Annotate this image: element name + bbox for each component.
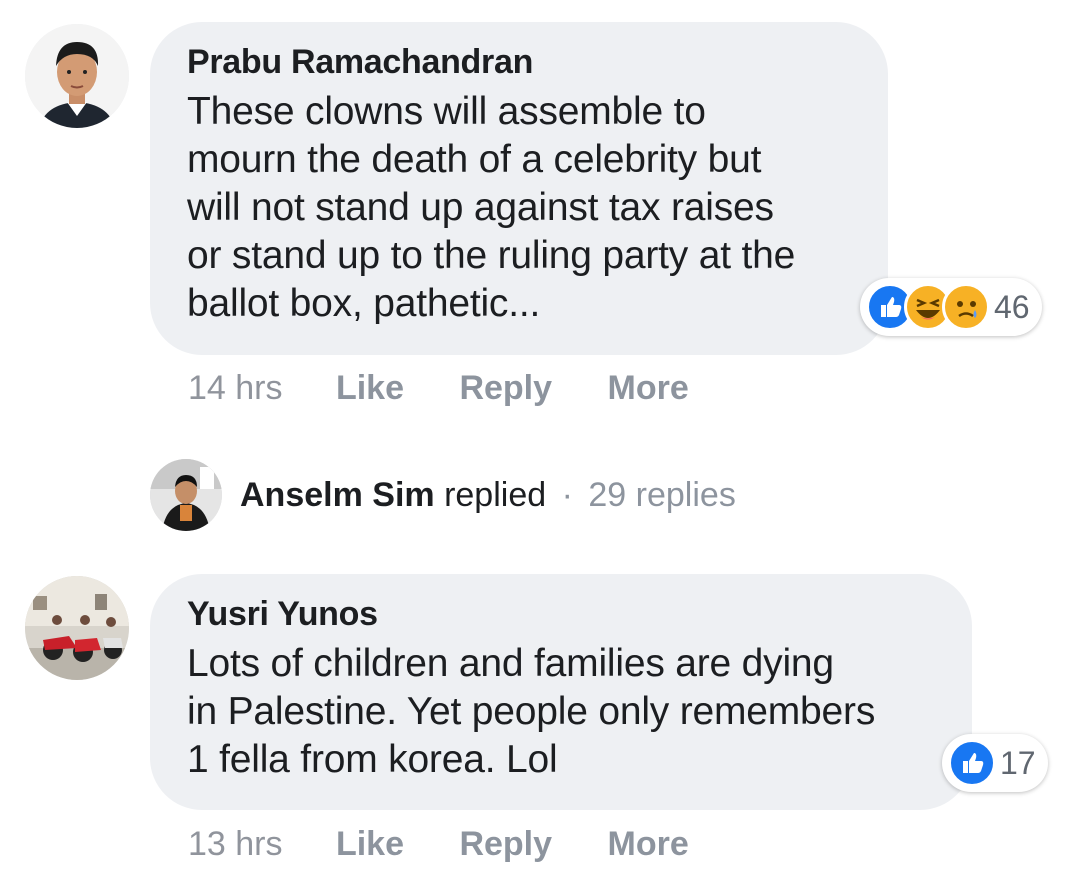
sad-reaction-icon (942, 283, 990, 331)
reply-button[interactable]: Reply (459, 369, 552, 407)
more-button[interactable]: More (608, 825, 689, 863)
comment-author[interactable]: Yusri Yunos (187, 592, 936, 636)
comment-timestamp[interactable]: 13 hrs (188, 825, 283, 863)
reaction-count: 17 (1000, 744, 1036, 781)
reactions-pill[interactable]: 46 (860, 278, 1042, 336)
reply-author[interactable]: Anselm Sim (240, 476, 435, 514)
comment-text-line: in Palestine. Yet people only remembers (187, 690, 876, 733)
comment-bubble: Yusri Yunos Lots of children and familie… (150, 574, 972, 810)
comment-actions: 14 hrs Like Reply More (188, 368, 735, 408)
avatar-photo-icon (25, 576, 129, 680)
like-button[interactable]: Like (336, 825, 404, 863)
reactions-pill[interactable]: 17 (942, 734, 1048, 792)
like-button[interactable]: Like (336, 369, 404, 407)
like-reaction-icon (948, 739, 996, 787)
comment-text-line: will not stand up against tax raises (187, 186, 774, 229)
avatar (150, 459, 222, 531)
comment-timestamp[interactable]: 14 hrs (188, 369, 283, 407)
comment-text: These clowns will assemble to mourn the … (187, 88, 852, 328)
replies-summary-text: Anselm Sim replied · 29 replies (240, 476, 736, 515)
avatar-photo-icon (150, 459, 222, 531)
avatar[interactable] (25, 24, 129, 128)
reply-count[interactable]: 29 replies (588, 476, 735, 514)
comment-text-line: These clowns will assemble to (187, 90, 706, 133)
comment-author[interactable]: Prabu Ramachandran (187, 40, 852, 84)
comment-text-line: ballot box, pathetic... (187, 282, 541, 325)
avatar[interactable] (25, 576, 129, 680)
reply-button[interactable]: Reply (459, 825, 552, 863)
avatar-photo-icon (25, 24, 129, 128)
separator-dot: · (561, 475, 573, 514)
comment-text-line: or stand up to the ruling party at the (187, 234, 796, 277)
reply-verb: replied (444, 475, 547, 514)
comment-text-line: 1 fella from korea. Lol (187, 738, 558, 781)
reaction-count: 46 (994, 288, 1030, 325)
comment-actions: 13 hrs Like Reply More (188, 824, 735, 864)
more-button[interactable]: More (608, 369, 689, 407)
comment-text-line: Lots of children and families are dying (187, 642, 834, 685)
comment-text: Lots of children and families are dying … (187, 640, 936, 784)
replies-summary[interactable]: Anselm Sim replied · 29 replies (150, 458, 736, 532)
comment-text-line: mourn the death of a celebrity but (187, 138, 762, 181)
comment-bubble: Prabu Ramachandran These clowns will ass… (150, 22, 888, 355)
